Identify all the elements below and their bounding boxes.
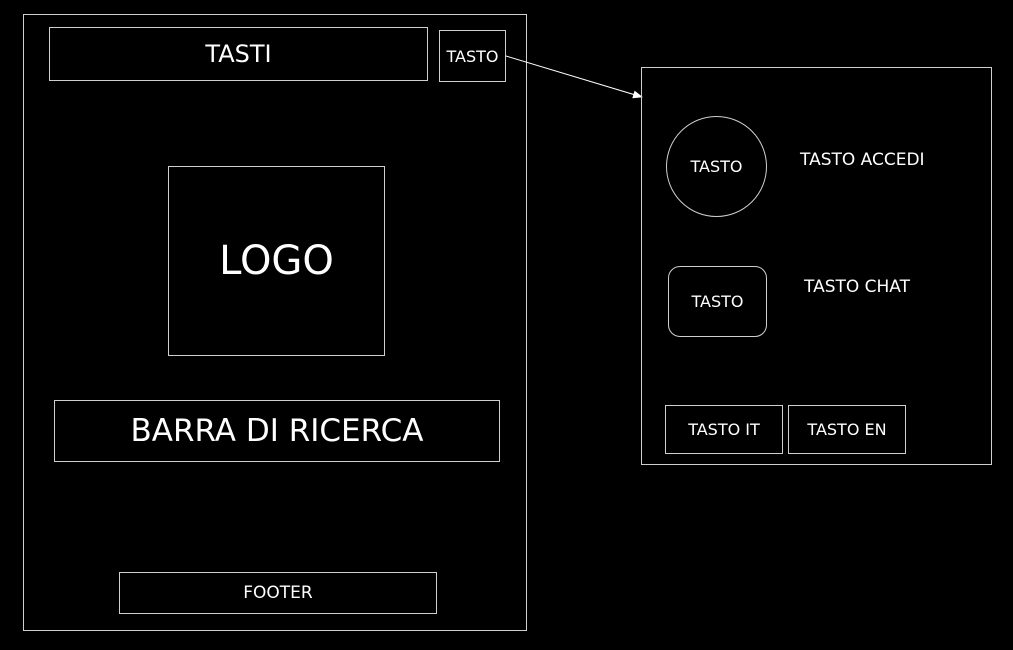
it-button-label: TASTO IT [688,420,760,439]
tasti-label: TASTI [205,40,272,68]
chat-label: TASTO CHAT [804,277,911,297]
rounded-button[interactable]: TASTO [668,266,767,337]
footer-label: FOOTER [243,583,313,603]
footer-box: FOOTER [119,572,437,614]
logo-label: LOGO [219,238,334,284]
en-button[interactable]: TASTO EN [788,405,906,454]
search-label: BARRA DI RICERCA [130,413,424,449]
tasti-bar[interactable]: TASTI [49,27,428,81]
accedi-label: TASTO ACCEDI [800,150,925,170]
search-bar[interactable]: BARRA DI RICERCA [54,400,500,462]
it-button[interactable]: TASTO IT [665,405,783,454]
tasto-button[interactable]: TASTO [439,30,506,82]
logo-box: LOGO [168,166,385,356]
circle-button-label: TASTO [690,157,743,176]
tasto-label: TASTO [446,46,499,66]
circle-button[interactable]: TASTO [666,116,767,217]
rounded-button-label: TASTO [691,292,744,311]
en-button-label: TASTO EN [807,420,887,439]
